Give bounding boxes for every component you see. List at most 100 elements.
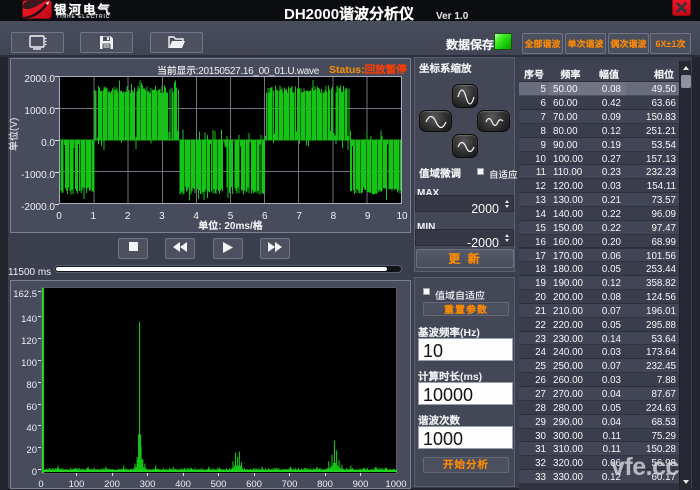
zoom-x-expand-button[interactable]: [419, 110, 452, 132]
table-row[interactable]: 19190.000.12358.82: [519, 276, 679, 290]
table-cell: 22: [519, 318, 549, 332]
table-row[interactable]: 21210.000.07196.01: [519, 304, 679, 318]
value-adaptive-label: 值域自适应: [435, 287, 485, 302]
table-row[interactable]: 10100.000.27157.13: [519, 152, 679, 166]
fast-forward-button[interactable]: [260, 238, 290, 259]
zoom-x-compress-button[interactable]: [477, 110, 510, 132]
play-button[interactable]: [213, 238, 243, 259]
spectrum-x-tick-mark: [254, 473, 255, 476]
zoom-y-expand-button[interactable]: [452, 84, 478, 108]
save-button[interactable]: [80, 32, 133, 53]
table-scrollbar[interactable]: [679, 61, 691, 490]
table-row[interactable]: 660.000.4263.66: [519, 96, 679, 110]
spectrum-x-tick: 0: [24, 476, 58, 490]
table-header-cell: 相位: [626, 66, 679, 81]
table-row[interactable]: 990.000.1953.54: [519, 138, 679, 152]
table-row[interactable]: 24240.000.03173.64: [519, 345, 679, 359]
zoom-y-compress-button[interactable]: [452, 134, 478, 158]
table-row[interactable]: 11110.000.23232.23: [519, 165, 679, 179]
start-analysis-button[interactable]: 开始分析: [423, 457, 509, 473]
spectrum-x-tick: 100: [60, 476, 94, 490]
max-spinner-arrows[interactable]: [501, 196, 511, 211]
table-cell: 101.56: [626, 249, 679, 263]
table-row[interactable]: 18180.000.05253.44: [519, 262, 679, 276]
save-indicator-light: [494, 33, 512, 50]
spectrum-x-tick: 800: [308, 476, 342, 490]
table-row[interactable]: 16160.000.2068.99: [519, 235, 679, 249]
table-cell: 8: [519, 124, 549, 138]
min-spinner-arrows[interactable]: [501, 230, 511, 245]
table-cell: 53.64: [626, 332, 679, 346]
range-adaptive-checkbox[interactable]: [477, 168, 484, 175]
table-cell: 196.01: [626, 304, 679, 318]
table-row[interactable]: 12120.000.03154.11: [519, 179, 679, 193]
table-row[interactable]: 28280.000.05224.63: [519, 401, 679, 415]
table-cell: 240.00: [549, 345, 582, 359]
spectrum-x-tick: 300: [131, 476, 165, 490]
table-row[interactable]: 13130.000.2173.57: [519, 193, 679, 207]
table-row[interactable]: 20200.000.08124.56: [519, 290, 679, 304]
folder-open-icon: [168, 35, 185, 49]
table-row[interactable]: 17170.000.06101.56: [519, 249, 679, 263]
close-button[interactable]: [672, 0, 691, 16]
table-cell: 0.27: [582, 152, 626, 166]
table-header: 序号频率幅值相位: [519, 61, 679, 82]
table-row[interactable]: 15150.000.2297.47: [519, 221, 679, 235]
table-row[interactable]: 770.000.09150.83: [519, 110, 679, 124]
table-row[interactable]: 29290.000.0468.53: [519, 415, 679, 429]
save-indicator-label: 数据保存: [446, 36, 494, 53]
table-cell: 49.50: [626, 82, 679, 96]
table-cell: 150.83: [626, 110, 679, 124]
spectrum-x-tick-mark: [289, 473, 290, 476]
table-cell: 251.21: [626, 124, 679, 138]
table-row[interactable]: 14140.000.2296.09: [519, 207, 679, 221]
table-row[interactable]: 27270.000.0487.67: [519, 387, 679, 401]
table-cell: 17: [519, 249, 549, 263]
stop-button[interactable]: [118, 238, 148, 259]
single-harmonic-button[interactable]: 单次谐波: [565, 33, 606, 54]
fundamental-freq-input[interactable]: [418, 338, 513, 361]
waveform-plot: [59, 76, 402, 204]
table-cell: 0.04: [582, 415, 626, 429]
table-cell: 270.00: [549, 387, 582, 401]
table-cell: 10: [519, 152, 549, 166]
scrollbar-thumb[interactable]: [681, 75, 691, 88]
table-cell: 154.11: [626, 179, 679, 193]
table-row[interactable]: 25250.000.07232.45: [519, 359, 679, 373]
open-file-button[interactable]: [150, 32, 203, 53]
all-harmonics-button[interactable]: 全部谐波: [522, 33, 563, 54]
table-cell: 173.64: [626, 345, 679, 359]
table-cell: 14: [519, 207, 549, 221]
table-row[interactable]: 880.000.12251.21: [519, 124, 679, 138]
table-cell: 300.00: [549, 429, 582, 443]
table-cell: 31: [519, 442, 549, 456]
table-cell: 6: [519, 96, 549, 110]
spectrum-y-tick: 162.5: [3, 286, 37, 300]
waveform-y-tick: 1000.0: [9, 102, 55, 117]
rewind-button[interactable]: [165, 238, 195, 259]
spectrum-x-tick-mark: [218, 473, 219, 476]
table-row[interactable]: 22220.000.05295.88: [519, 318, 679, 332]
table-row[interactable]: 550.000.0849.50: [519, 82, 679, 96]
playback-slider[interactable]: [54, 265, 402, 273]
table-row[interactable]: 23230.000.1453.64: [519, 332, 679, 346]
reset-params-button[interactable]: 重置参数: [423, 302, 509, 316]
table-cell: 100.00: [549, 152, 582, 166]
max-spinner[interactable]: 2000: [415, 195, 514, 212]
table-cell: 140.00: [549, 207, 582, 221]
waveform-y-axis-title: 单位(V): [5, 127, 29, 151]
update-button[interactable]: 更 新: [416, 249, 514, 268]
min-spinner[interactable]: -2000: [415, 229, 514, 246]
table-row[interactable]: 30300.000.1175.29: [519, 429, 679, 443]
harmonic-count-input[interactable]: [418, 426, 513, 449]
even-harmonics-button[interactable]: 偶次谐波: [608, 33, 649, 54]
device-button[interactable]: [11, 32, 64, 53]
table-cell: 19: [519, 276, 549, 290]
table-row[interactable]: 26260.000.037.88: [519, 373, 679, 387]
table-cell: 32: [519, 456, 549, 470]
table-cell: 53.54: [626, 138, 679, 152]
table-cell: 90.00: [549, 138, 582, 152]
sixk-harmonics-button[interactable]: 6X±1次: [650, 33, 691, 54]
calc-duration-input[interactable]: [418, 382, 513, 405]
value-adaptive-checkbox[interactable]: [423, 288, 430, 295]
